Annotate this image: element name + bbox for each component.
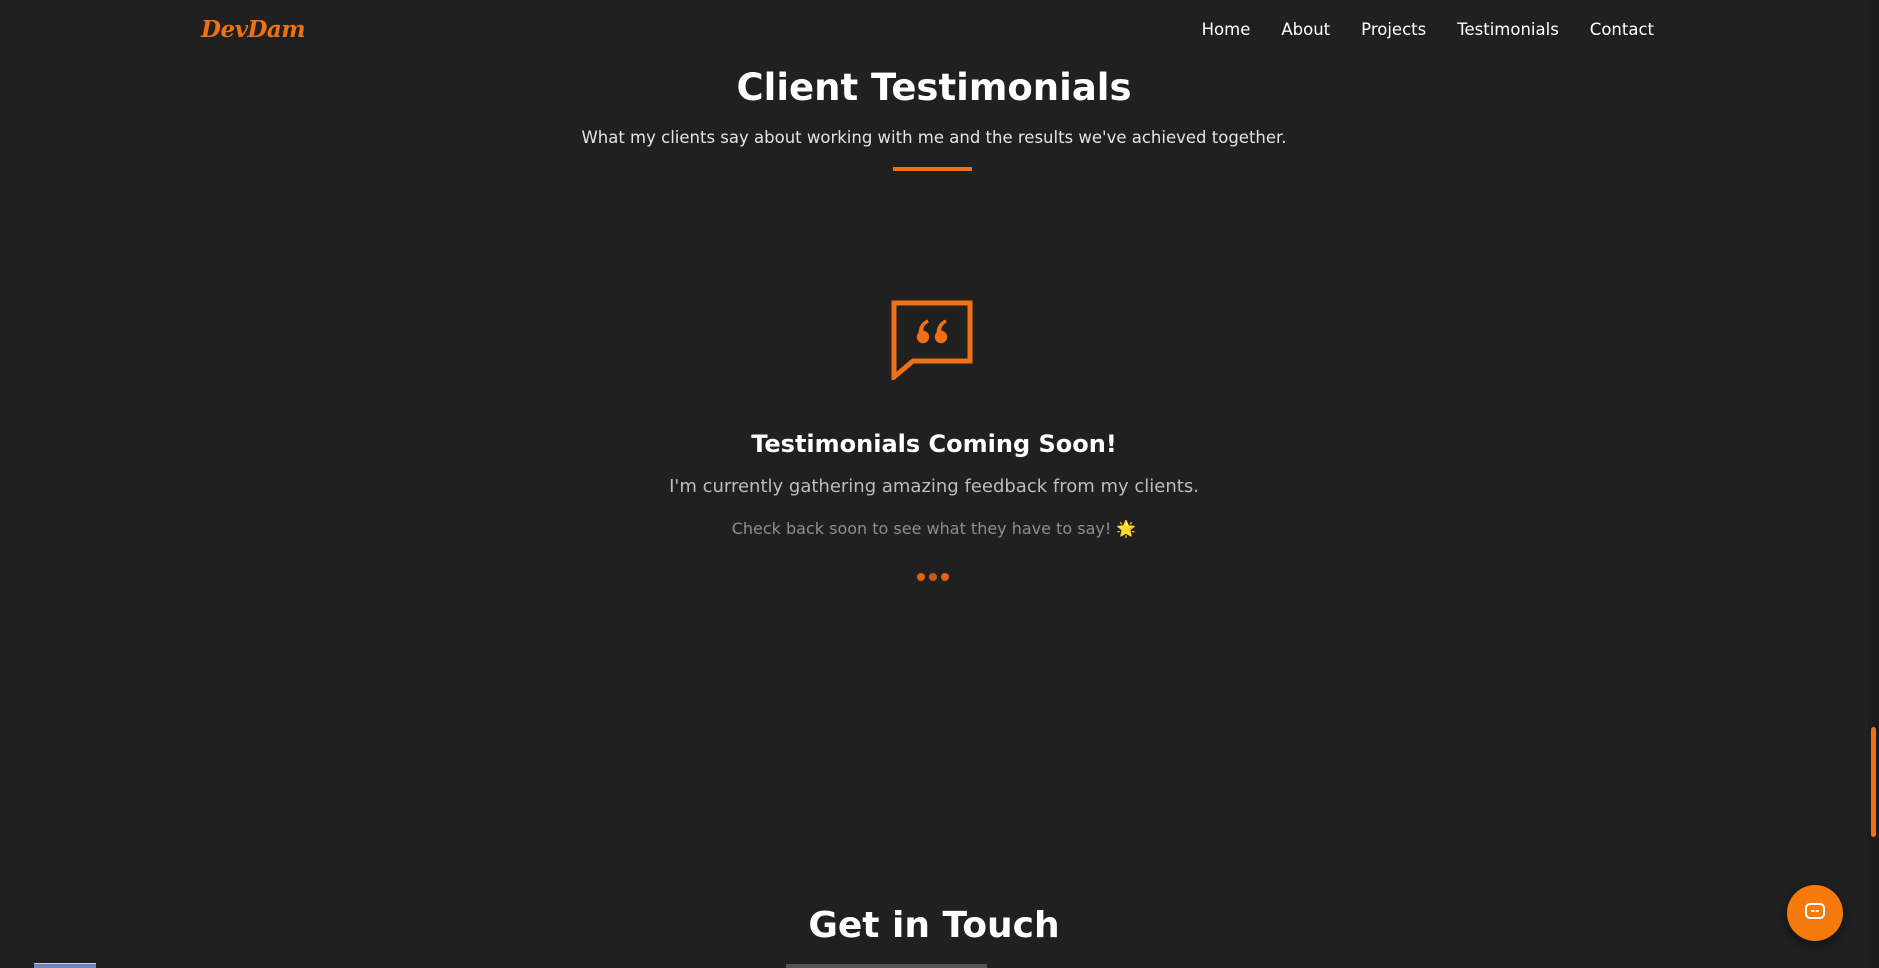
horizontal-scrollbar[interactable] [786, 964, 987, 968]
scrollbar-thumb[interactable] [1871, 727, 1876, 837]
nav-link-projects[interactable]: Projects [1361, 20, 1426, 39]
chat-button[interactable] [1787, 885, 1843, 941]
taskbar-thumbnail [34, 963, 96, 968]
section-title: Client Testimonials [736, 66, 1132, 109]
nav-link-contact[interactable]: Contact [1590, 20, 1654, 39]
quote-bubble-icon [891, 300, 973, 383]
loading-dot [941, 573, 949, 581]
loading-dot [917, 573, 925, 581]
loading-dots [917, 573, 949, 581]
navbar: DevDam Home About Projects Testimonials … [0, 0, 1868, 64]
logo[interactable]: DevDam [201, 16, 306, 43]
nav-link-home[interactable]: Home [1202, 20, 1251, 39]
nav-link-testimonials[interactable]: Testimonials [1457, 20, 1559, 39]
section-subtitle: What my clients say about working with m… [581, 128, 1287, 147]
empty-state-subtext: Check back soon to see what they have to… [731, 519, 1137, 538]
title-underline [893, 167, 972, 171]
scrollbar[interactable] [1868, 0, 1879, 968]
nav-link-about[interactable]: About [1281, 20, 1330, 39]
nav-links: Home About Projects Testimonials Contact [1202, 20, 1654, 39]
empty-state-text: I'm currently gathering amazing feedback… [669, 476, 1199, 497]
contact-title: Get in Touch [808, 905, 1060, 946]
chat-bot-icon [1803, 899, 1827, 927]
loading-dot [929, 573, 937, 581]
page: DevDam Home About Projects Testimonials … [0, 0, 1879, 968]
empty-state-title: Testimonials Coming Soon! [751, 430, 1117, 458]
